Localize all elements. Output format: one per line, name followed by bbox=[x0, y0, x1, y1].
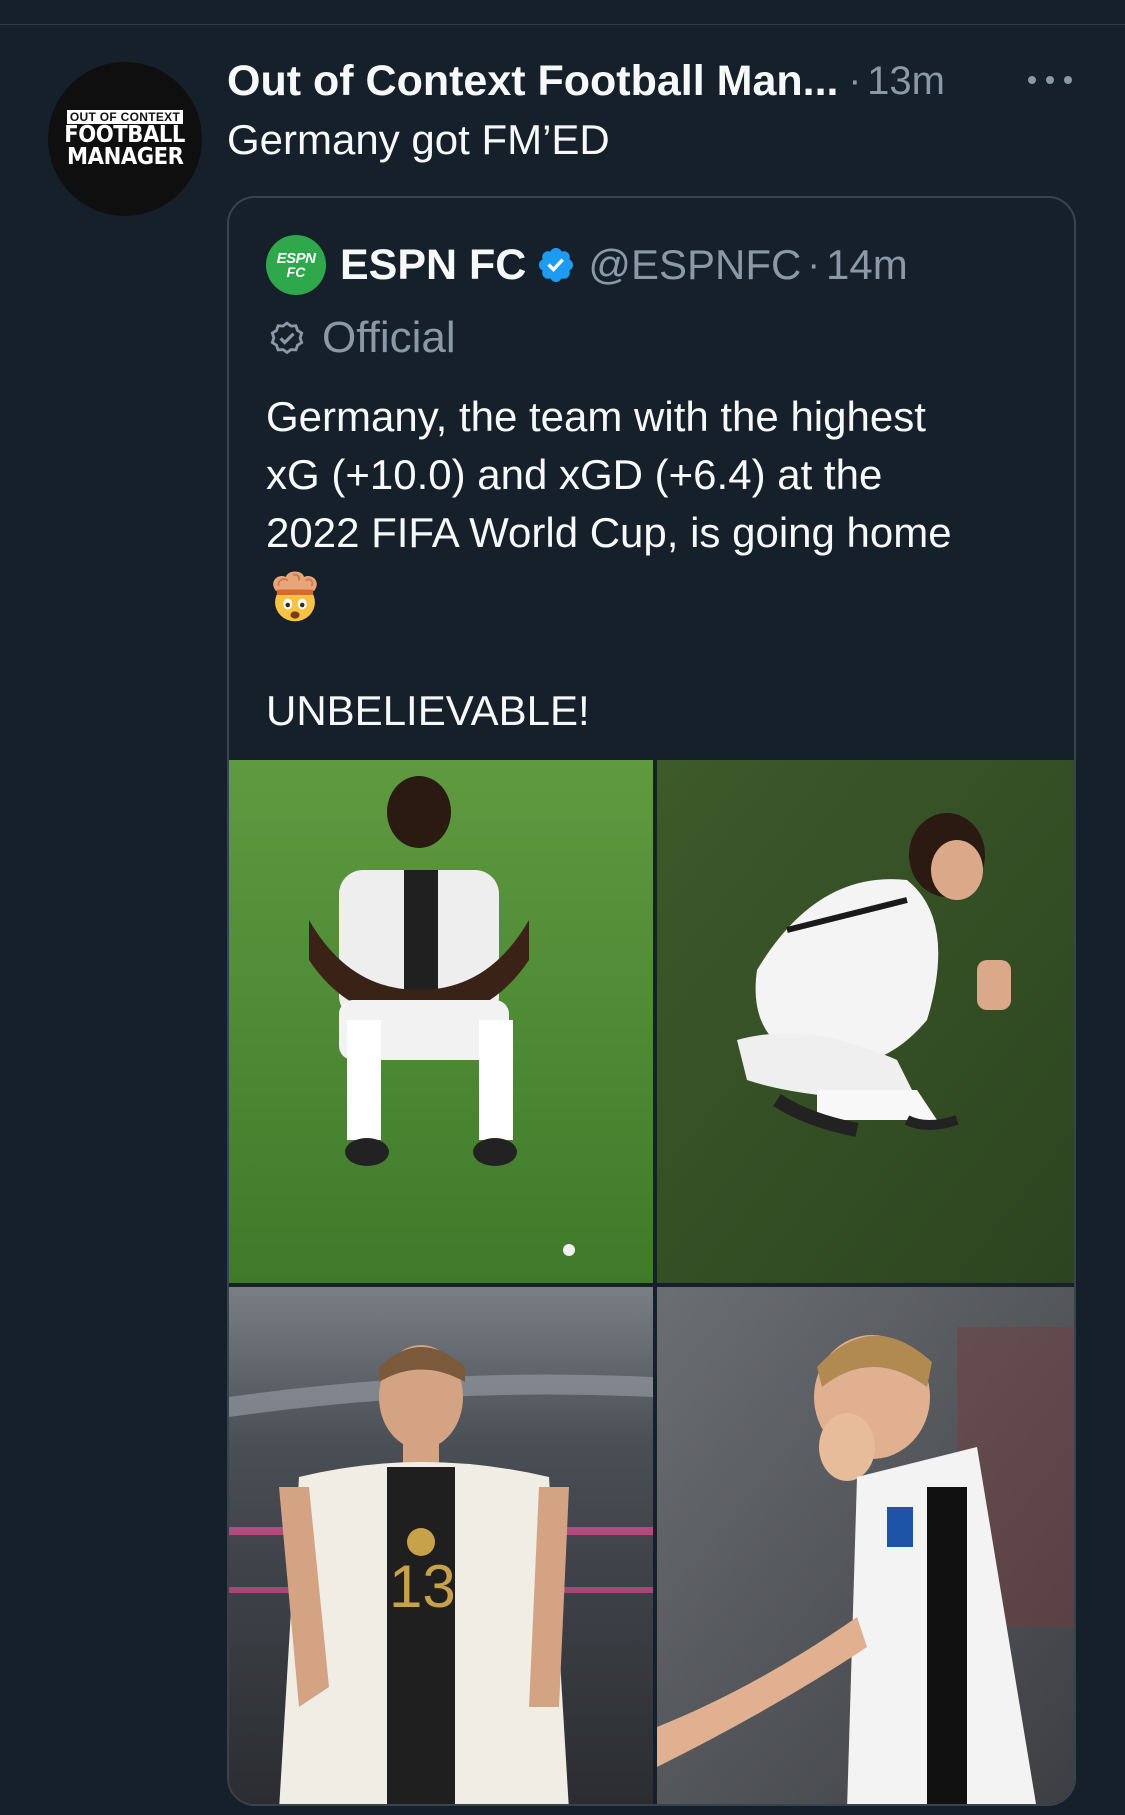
author-avatar[interactable]: OUT OF CONTEXT FOOTBALL MANAGER bbox=[48, 62, 202, 216]
quote-timestamp[interactable]: 14m bbox=[826, 241, 908, 289]
quote-author-name[interactable]: ESPN FC bbox=[340, 241, 526, 290]
photo-player-sitting bbox=[229, 760, 653, 1283]
jersey-number: 13 bbox=[389, 1553, 456, 1620]
photo-player-crouching bbox=[657, 760, 1074, 1283]
separator-dot: · bbox=[848, 59, 862, 102]
quote-text-exclaim: UNBELIEVABLE! bbox=[266, 687, 590, 734]
author-name[interactable]: Out of Context Football Man... bbox=[227, 57, 839, 106]
tweet-text: Germany got FM’ED bbox=[227, 116, 610, 163]
quote-avatar-text-line2: FC bbox=[286, 263, 306, 280]
more-dot bbox=[1028, 76, 1036, 84]
quote-header: ESPN FC ESPN FC @ESPNFC · 14m bbox=[266, 234, 908, 296]
photo-player-covering-face bbox=[657, 1287, 1074, 1804]
official-label-row: Official bbox=[266, 310, 456, 366]
quote-text-line: 2022 FIFA World Cup, is going home bbox=[266, 509, 952, 556]
quote-author-avatar[interactable]: ESPN FC bbox=[266, 235, 326, 295]
quote-text-line: xG (+10.0) and xGD (+6.4) at the bbox=[266, 451, 883, 498]
media-photo-2[interactable] bbox=[657, 760, 1074, 1283]
media-photo-1[interactable] bbox=[229, 760, 653, 1283]
quote-separator-dot: · bbox=[807, 243, 821, 286]
avatar-text-line3: MANAGER bbox=[66, 144, 184, 170]
quote-text-line: Germany, the team with the highest bbox=[266, 393, 926, 440]
tweet-timestamp[interactable]: 13m bbox=[867, 59, 945, 104]
media-photo-4[interactable] bbox=[657, 1287, 1074, 1804]
tweet-header: Out of Context Football Man... · 13m bbox=[227, 55, 945, 107]
official-label: Official bbox=[322, 313, 456, 362]
photo-player-number-13: 13 bbox=[229, 1287, 653, 1804]
quote-text: Germany, the team with the highest xG (+… bbox=[266, 388, 1046, 740]
verified-badge-icon bbox=[539, 247, 574, 283]
exploding-head-emoji-icon bbox=[273, 571, 317, 622]
media-photo-3[interactable]: 13 bbox=[229, 1287, 653, 1804]
quote-author-handle[interactable]: @ESPNFC bbox=[588, 241, 801, 289]
tweet[interactable]: OUT OF CONTEXT FOOTBALL MANAGER Out of C… bbox=[0, 0, 1125, 1806]
more-dot bbox=[1064, 76, 1072, 84]
more-horizontal-icon[interactable] bbox=[1028, 68, 1072, 92]
quote-tweet-card[interactable]: ESPN FC ESPN FC @ESPNFC · 14m Official G… bbox=[227, 196, 1076, 1806]
official-badge-icon bbox=[270, 321, 304, 355]
more-dot bbox=[1046, 76, 1054, 84]
avatar-text-line2: FOOTBALL bbox=[64, 122, 186, 148]
media-grid: 13 bbox=[229, 760, 1074, 1804]
